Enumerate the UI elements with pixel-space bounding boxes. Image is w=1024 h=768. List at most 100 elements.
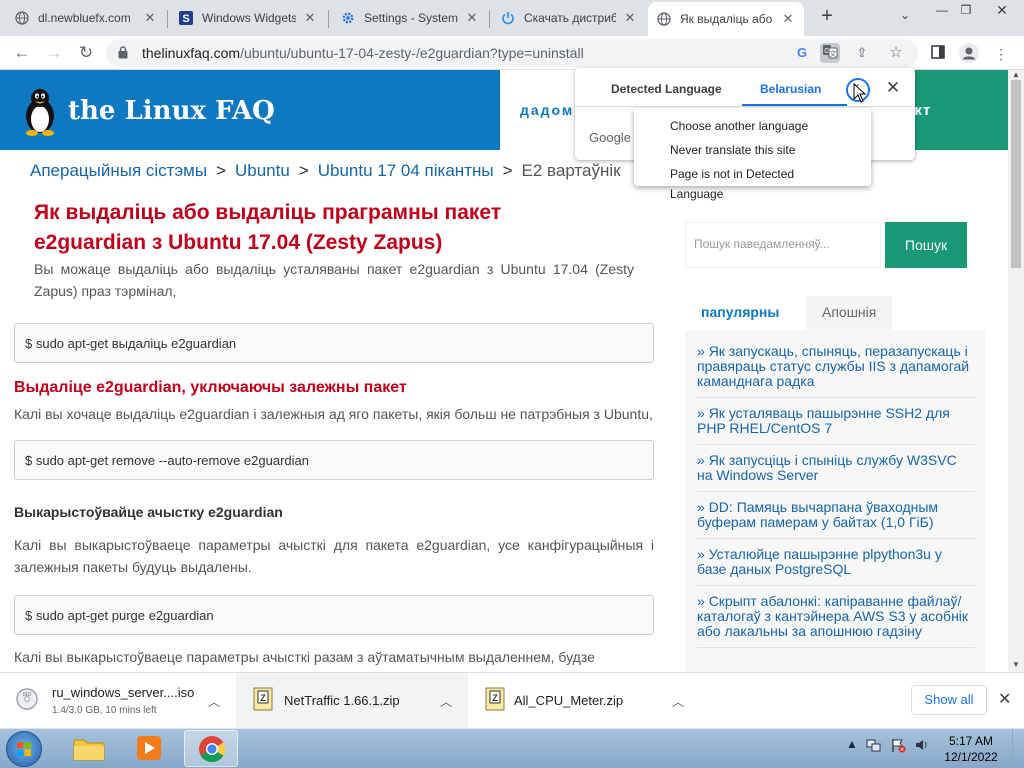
chevron-up-icon[interactable]: ︿	[208, 693, 220, 710]
menu-item-home[interactable]: дадом	[520, 102, 574, 118]
list-item[interactable]: » Скрыпт абалонкі: капіраванне файлаў/ка…	[697, 594, 975, 648]
list-item[interactable]: » Як усталяваць пашырэнне SSH2 для PHP R…	[697, 406, 975, 445]
disc-image-file-icon: ISO	[16, 688, 38, 710]
share-icon[interactable]: ⇪	[852, 43, 872, 63]
gear-icon	[340, 10, 356, 26]
translate-icon[interactable]: G文	[820, 43, 840, 63]
menu-item-not-detected-language[interactable]: Page is not in Detected Language	[634, 162, 871, 201]
back-arrow-icon[interactable]: ←	[10, 41, 34, 65]
post-link[interactable]: Як запускаць, спыняць, перазапускаць і п…	[697, 343, 969, 389]
close-icon[interactable]: ✕	[464, 10, 480, 26]
breadcrumb-link-os[interactable]: Аперацыйныя сістэмы	[30, 161, 207, 180]
globe-icon	[656, 11, 672, 27]
new-tab-button[interactable]: +	[816, 6, 838, 28]
show-hidden-icons-icon[interactable]: ▲	[846, 737, 858, 751]
action-center-flag-icon[interactable]: ✕	[890, 737, 906, 756]
start-button[interactable]	[6, 731, 42, 767]
tab-detected-language[interactable]: Detected Language	[611, 82, 722, 96]
tab-popular[interactable]: папулярны	[685, 296, 796, 330]
translate-options-menu: Choose another language Never translate …	[634, 108, 871, 201]
tab-download-distrib[interactable]: Скачать дистриб ✕	[492, 4, 646, 32]
post-link[interactable]: Скрыпт абалонкі: капіраванне файлаў/ката…	[697, 593, 968, 639]
scroll-up-arrow-icon[interactable]: ▲	[1008, 70, 1024, 80]
reload-icon[interactable]: ↻	[74, 41, 98, 65]
network-icon[interactable]	[866, 737, 882, 756]
power-icon	[500, 10, 516, 26]
tux-penguin-icon	[26, 89, 54, 136]
show-desktop-button[interactable]	[1012, 729, 1024, 768]
menu-kebab-icon[interactable]: ⋮	[990, 43, 1012, 65]
show-all-downloads-button[interactable]: Show all	[911, 685, 987, 715]
address-bar[interactable]: thelinuxfaq.com/ubuntu/ubuntu-17-04-zest…	[106, 39, 918, 67]
chevron-up-icon[interactable]: ︿	[672, 693, 684, 710]
google-lens-icon[interactable]: G	[792, 43, 812, 63]
close-shelf-icon[interactable]: ✕	[998, 689, 1011, 709]
site-logo[interactable]: the Linux FAQ	[20, 86, 275, 136]
search-input[interactable]: Пошук паведамленняў...	[685, 222, 881, 268]
close-icon[interactable]: ✕	[883, 78, 903, 98]
menu-item-choose-language[interactable]: Choose another language	[634, 114, 871, 138]
post-link[interactable]: Як запусціць і спыніць службу W3SVC на W…	[697, 452, 957, 483]
download-item[interactable]: Z NetTraffic 1.66.1.zip ︿	[236, 673, 468, 729]
search-button[interactable]: Пошук	[885, 222, 967, 268]
volume-icon[interactable]	[914, 737, 930, 756]
close-icon[interactable]: ✕	[622, 10, 638, 26]
code-block-auto-remove[interactable]: $ sudo apt-get remove --auto-remove e2gu…	[14, 440, 654, 480]
svg-text:✕: ✕	[899, 748, 904, 754]
system-clock[interactable]: 5:17 AM 12/1/2022	[938, 733, 1004, 765]
zip-file-icon: Z	[485, 687, 505, 711]
close-icon[interactable]: ✕	[302, 10, 318, 26]
scrollbar-thumb[interactable]	[1011, 80, 1021, 268]
download-item[interactable]: Z All_CPU_Meter.zip ︿	[472, 673, 700, 729]
menu-item-never-translate[interactable]: Never translate this site	[634, 138, 871, 162]
tab-target-language[interactable]: Belarusian	[760, 82, 821, 96]
purge-paragraph: Калі вы выкарыстоўваеце параметры ачыстк…	[14, 537, 654, 575]
url-text[interactable]: thelinuxfaq.com/ubuntu/ubuntu-17-04-zest…	[142, 45, 584, 61]
code-block-purge[interactable]: $ sudo apt-get purge e2guardian	[14, 595, 654, 635]
post-link[interactable]: DD: Памяць вычарпана ўваходным буферам п…	[697, 499, 938, 530]
code-block-remove[interactable]: $ sudo apt-get выдаліць e2guardian	[14, 323, 654, 363]
svg-text:文: 文	[830, 49, 837, 58]
download-item[interactable]: ISO ru_windows_server....iso 1.4/3.0 GB,…	[4, 673, 232, 729]
restore-icon[interactable]: ❐	[950, 0, 982, 20]
forward-arrow-icon[interactable]: →	[42, 41, 66, 65]
taskbar-explorer[interactable]	[62, 730, 116, 767]
bookmark-star-icon[interactable]: ☆	[886, 43, 906, 63]
purge-autoremove-paragraph: Калі вы выкарыстоўваеце параметры ачыстк…	[14, 649, 595, 665]
breadcrumb-link-ubuntu-17-04[interactable]: Ubuntu 17 04 пікантны	[318, 161, 494, 180]
side-panel-icon[interactable]	[927, 43, 949, 65]
profile-avatar-icon[interactable]	[958, 43, 980, 65]
bullet-icon: »	[697, 593, 709, 609]
breadcrumb-separator: >	[502, 161, 513, 180]
post-link[interactable]: Як усталяваць пашырэнне SSH2 для PHP RHE…	[697, 405, 950, 436]
breadcrumb-link-ubuntu[interactable]: Ubuntu	[235, 161, 290, 180]
tab-search-chevron-icon[interactable]: ⌄	[896, 8, 914, 26]
window-close-icon[interactable]: ✕	[986, 0, 1018, 20]
tab-windows-widgets[interactable]: S Windows Widgets ✕	[170, 4, 326, 32]
list-item[interactable]: » Усталюйце пашырэнне plpython3u у базе …	[697, 547, 975, 586]
taskbar-chrome[interactable]	[184, 730, 238, 767]
chrome-icon	[199, 736, 226, 763]
chevron-up-icon[interactable]: ︿	[440, 693, 452, 710]
bullet-icon: »	[697, 452, 709, 468]
taskbar-media-player[interactable]	[122, 730, 176, 767]
lock-icon[interactable]	[118, 46, 128, 59]
bullet-icon: »	[697, 499, 709, 515]
tab-active-linuxfaq[interactable]: Як выдаліць або ✕	[648, 2, 804, 36]
logo-text: the Linux FAQ	[68, 96, 275, 126]
tab-settings-system[interactable]: Settings - System ✕	[332, 4, 488, 32]
close-icon[interactable]: ✕	[142, 10, 158, 26]
close-icon[interactable]: ✕	[780, 11, 796, 27]
list-item[interactable]: » DD: Памяць вычарпана ўваходным буферам…	[697, 500, 975, 539]
page-scrollbar[interactable]: ▲ ▼	[1008, 70, 1024, 672]
browser-toolbar: ← → ↻ thelinuxfaq.com/ubuntu/ubuntu-17-0…	[0, 36, 1024, 70]
s-logo-icon: S	[178, 10, 194, 26]
tab-recent[interactable]: Апошнія	[806, 296, 893, 330]
tab-newbluefx[interactable]: dl.newbluefx.com ✕	[6, 4, 166, 32]
tab-title: Windows Widgets	[202, 11, 296, 25]
post-link[interactable]: Усталюйце пашырэнне plpython3u у базе да…	[697, 546, 942, 577]
scroll-down-arrow-icon[interactable]: ▼	[1008, 660, 1024, 670]
list-item[interactable]: » Як запусціць і спыніць службу W3SVC на…	[697, 453, 975, 492]
list-item[interactable]: » Як запускаць, спыняць, перазапускаць і…	[697, 344, 975, 398]
globe-icon	[14, 10, 30, 26]
